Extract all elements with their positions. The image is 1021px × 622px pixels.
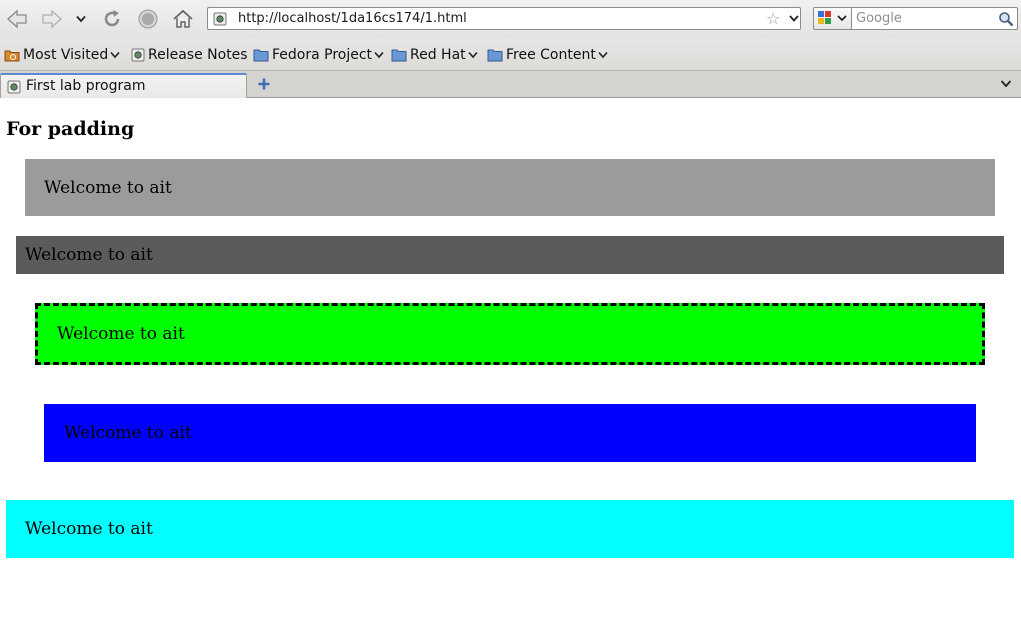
bookmark-most-visited[interactable]: Most Visited [4,46,123,64]
history-dropdown-button[interactable] [74,6,88,32]
bookmark-label: Free Content [506,47,596,63]
chevron-down-icon [598,51,608,59]
tab-first-lab-program[interactable]: First lab program [0,73,247,98]
smart-folder-icon [4,50,20,62]
bookmark-release-notes[interactable]: Release Notes [131,46,248,64]
bookmarks-toolbar: Most Visited Release Notes Fedora Projec… [0,38,1021,71]
box-text: Welcome to ait [57,324,185,344]
box-text: Welcome to ait [64,423,192,443]
box-text: Welcome to ait [25,245,153,265]
box-text: Welcome to ait [25,519,153,539]
page-content: For padding Welcome to ait Welcome to ai… [0,98,1021,622]
bookmark-label: Red Hat [410,47,466,63]
folder-icon [253,49,269,62]
box-text: Welcome to ait [44,177,172,198]
folder-icon [391,49,407,62]
stop-button[interactable] [136,6,160,32]
navigation-toolbar: http://localhost/1da16cs174/1.html ☆ [0,0,1021,38]
google-logo-icon [818,11,847,24]
home-icon [173,9,193,28]
bookmark-label: Release Notes [148,47,248,63]
chevron-down-icon [468,51,478,59]
tab-strip: First lab program [0,71,1021,98]
padding-box-blue: Welcome to ait [44,404,976,462]
page-icon [131,48,145,62]
chevron-down-icon [110,51,120,59]
reload-icon [104,10,120,27]
bookmark-folder-red-hat[interactable]: Red Hat [391,46,481,64]
plus-icon[interactable] [257,77,271,91]
bookmark-folder-free-content[interactable]: Free Content [487,46,611,64]
chevron-down-icon[interactable] [788,12,800,24]
forward-button[interactable] [38,6,66,32]
search-box[interactable] [851,7,1018,30]
page-icon [7,80,21,94]
bookmark-folder-fedora-project[interactable]: Fedora Project [253,46,387,64]
magnifier-icon[interactable] [998,11,1014,27]
bookmark-label: Most Visited [23,47,109,63]
tab-label: First lab program [26,78,146,94]
bookmark-label: Fedora Project [272,47,373,63]
padding-box-gray: Welcome to ait [25,159,995,216]
padding-box-green-dashed: Welcome to ait [35,303,985,365]
reload-button[interactable] [100,6,124,32]
forward-arrow-icon [42,9,62,29]
page-heading: For padding [6,118,135,140]
search-engine-button[interactable] [813,7,851,30]
star-icon[interactable]: ☆ [766,9,780,28]
back-arrow-icon [7,9,27,29]
page-icon [213,12,227,26]
url-bar[interactable]: http://localhost/1da16cs174/1.html ☆ [207,7,801,30]
stop-icon [138,9,158,29]
search-input[interactable] [856,10,994,27]
padding-box-dark-gray: Welcome to ait [16,236,1004,274]
folder-icon [487,49,503,62]
home-button[interactable] [170,6,196,32]
chevron-down-icon[interactable] [1000,79,1012,89]
padding-box-cyan: Welcome to ait [6,500,1014,558]
back-button[interactable] [4,6,30,32]
chevron-down-icon [76,15,86,23]
chevron-down-icon [374,51,384,59]
url-text[interactable]: http://localhost/1da16cs174/1.html [238,11,467,26]
